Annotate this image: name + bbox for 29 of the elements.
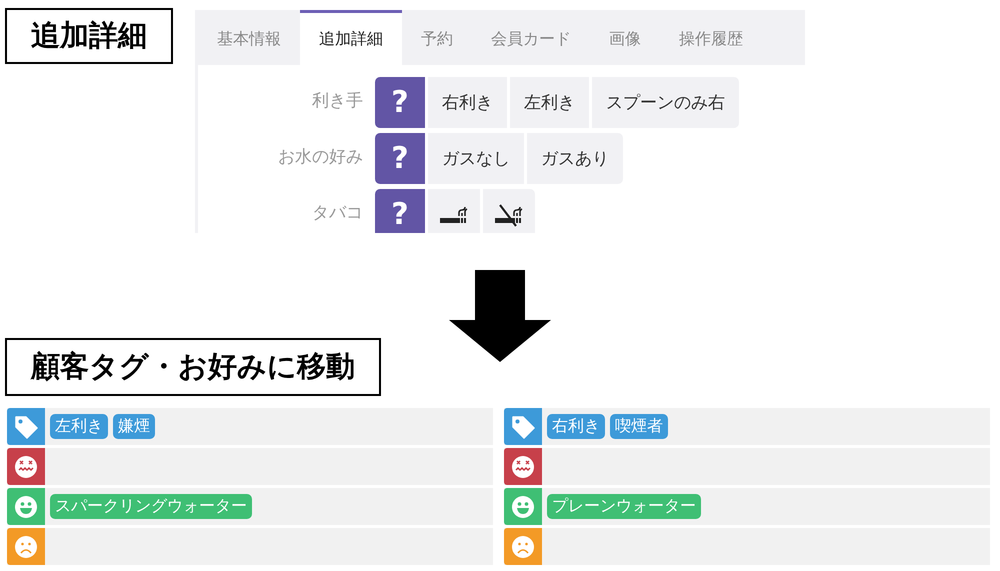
tag-chip: 喫煙者 [610, 414, 668, 439]
down-arrow-icon [449, 270, 551, 362]
option-button[interactable]: ガスなし [428, 133, 524, 184]
unknown-option-button[interactable]: ? [375, 189, 425, 233]
field-label: タバコ [311, 202, 364, 225]
option-button[interactable]: スプーンのみ右 [592, 77, 739, 128]
tab[interactable]: 基本情報 [198, 10, 300, 65]
no-cigarette-button[interactable] [483, 189, 535, 233]
option-button[interactable]: 左利き [510, 77, 589, 128]
tab[interactable]: 画像 [590, 10, 660, 65]
unknown-option-button[interactable]: ? [375, 77, 425, 128]
option-button[interactable]: ガスあり [527, 133, 623, 184]
tag-chip: プレーンウォーター [547, 494, 701, 519]
tab[interactable]: 会員カード [472, 10, 590, 65]
field-label: お水の好み [277, 146, 364, 169]
tab[interactable]: 操作履歴 [660, 10, 762, 65]
section-heading: 顧客タグ・お好みに移動 [5, 338, 381, 396]
section-heading: 追加詳細 [5, 8, 173, 64]
tag-chip: スパークリングウォーター [50, 494, 252, 519]
field-label: 利き手 [311, 90, 364, 113]
option-button[interactable]: 右利き [428, 77, 507, 128]
cigarette-button[interactable] [428, 189, 480, 233]
no-cigarette-icon [494, 202, 524, 226]
tag-chip: 右利き [547, 414, 605, 439]
tag-chip: 左利き [50, 414, 108, 439]
unknown-option-button[interactable]: ? [375, 133, 425, 184]
tab[interactable]: 予約 [402, 10, 472, 65]
tab[interactable]: 追加詳細 [300, 10, 402, 65]
tag-chip: 嫌煙 [113, 414, 155, 439]
